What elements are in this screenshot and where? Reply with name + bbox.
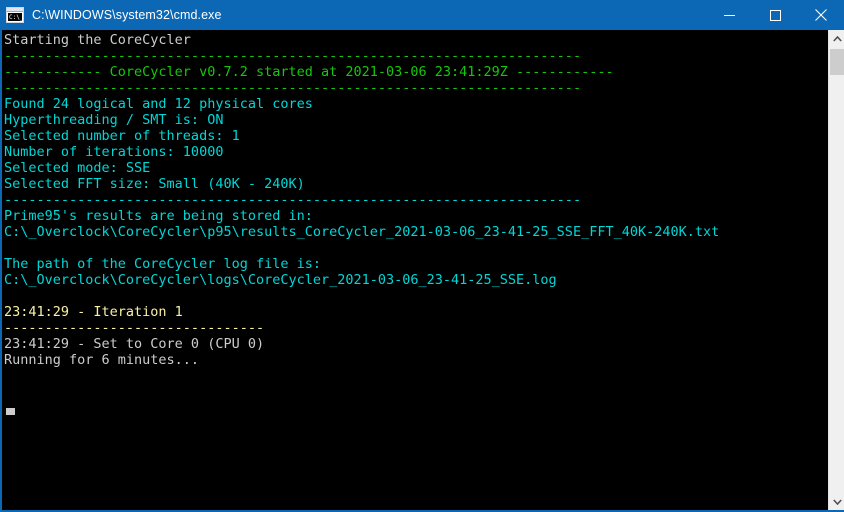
console-line: Hyperthreading / SMT is: ON (4, 112, 224, 128)
console-line: Selected FFT size: Small (40K - 240K) (4, 176, 305, 192)
text-cursor (6, 408, 15, 415)
console-line: Running for 6 minutes... (4, 352, 200, 368)
scroll-down-arrow[interactable] (829, 493, 844, 510)
console-line: Selected number of threads: 1 (4, 128, 240, 144)
console-line: ----------------------------------------… (4, 48, 582, 64)
console-line: C:\_Overclock\CoreCycler\logs\CoreCycler… (4, 272, 557, 288)
console-line: -------------------------------- (4, 320, 265, 336)
scroll-up-arrow[interactable] (829, 30, 844, 47)
console-output-area[interactable]: Starting the CoreCycler -----------------… (2, 30, 828, 510)
maximize-icon (769, 9, 781, 21)
console-line: Number of iterations: 10000 (4, 144, 224, 160)
close-icon (815, 9, 827, 21)
cmd-icon-titlebar (7, 8, 23, 12)
console-line: Prime95's results are being stored in: (4, 208, 313, 224)
console-line: 23:41:29 - Set to Core 0 (CPU 0) (4, 336, 265, 352)
minimize-icon (723, 14, 735, 16)
console-line: Starting the CoreCycler (4, 32, 191, 48)
close-button[interactable] (798, 0, 844, 30)
console-line: C:\_Overclock\CoreCycler\p95\results_Cor… (4, 224, 720, 240)
chevron-down-icon (832, 498, 842, 505)
maximize-button[interactable] (752, 0, 798, 30)
console-line: 23:41:29 - Iteration 1 (4, 304, 183, 320)
vertical-scrollbar[interactable] (828, 30, 844, 510)
scrollbar-thumb[interactable] (830, 49, 844, 75)
cmd-icon-prompt: C:\_ (8, 13, 22, 21)
console-line: ----------------------------------------… (4, 80, 582, 96)
chevron-up-icon (832, 35, 842, 42)
cmd-exe-icon: C:\_ (6, 7, 24, 23)
window-border-left (0, 30, 2, 512)
window-title: C:\WINDOWS\system32\cmd.exe (32, 8, 222, 22)
console-line: ----------------------------------------… (4, 192, 582, 208)
console-line: ------------ CoreCycler v0.7.2 started a… (4, 64, 614, 80)
cmd-window: C:\_ C:\WINDOWS\system32\cmd.exe Startin… (0, 0, 844, 512)
title-bar[interactable]: C:\_ C:\WINDOWS\system32\cmd.exe (0, 0, 844, 30)
console-line: Selected mode: SSE (4, 160, 151, 176)
console-line: Found 24 logical and 12 physical cores (4, 96, 313, 112)
console-text: Starting the CoreCycler -----------------… (4, 32, 719, 368)
minimize-button[interactable] (706, 0, 752, 30)
console-line: The path of the CoreCycler log file is: (4, 256, 321, 272)
